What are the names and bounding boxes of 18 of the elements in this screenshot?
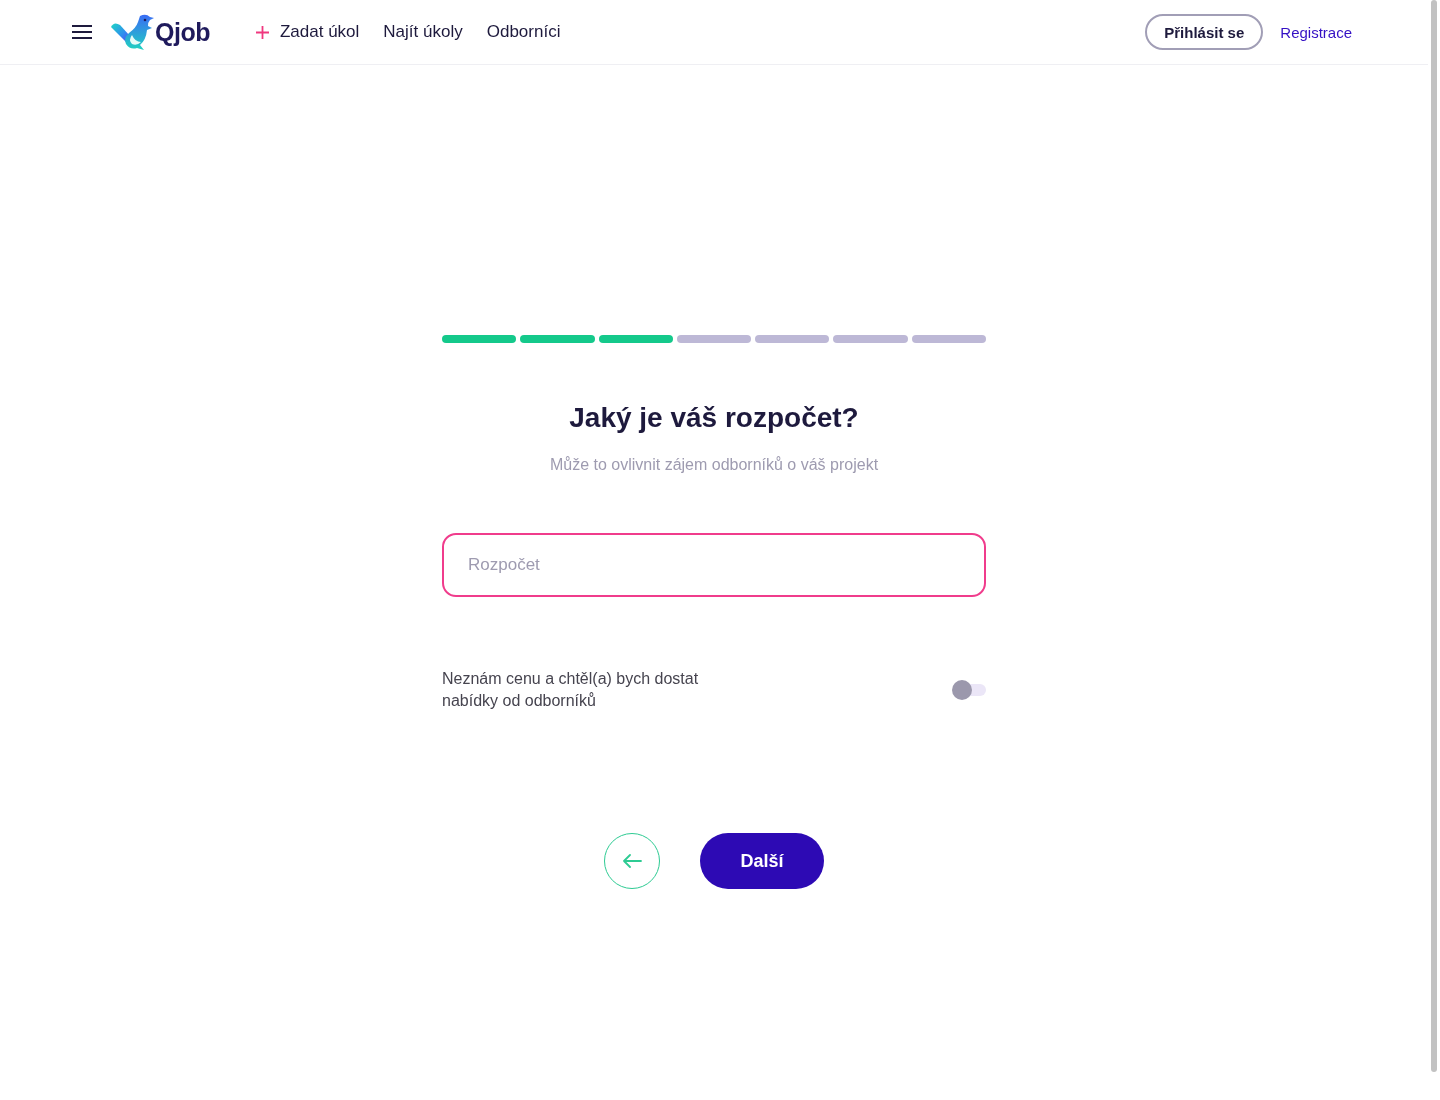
arrow-left-icon: [622, 854, 642, 868]
toggle-switch[interactable]: [952, 680, 986, 700]
bird-logo-icon[interactable]: [110, 12, 154, 52]
toggle-label: Neznám cenu a chtěl(a) bych dostat nabídky od odborníků: [442, 669, 700, 711]
question-subtitle: Může to ovlivnit zájem odborníků o váš projekt: [549, 455, 879, 475]
question-title: Jaký je váš rozpočet?: [569, 401, 859, 435]
menu-icon[interactable]: [72, 25, 92, 39]
budget-input-field[interactable]: Rozpočet: [442, 533, 986, 597]
next-button[interactable]: Další: [700, 833, 824, 889]
nav-link[interactable]: Najít úkoly: [383, 22, 463, 42]
nav-link[interactable]: Zadat úkol: [255, 22, 360, 42]
register-link[interactable]: Registrace: [1280, 23, 1352, 41]
nav-link[interactable]: Odborníci: [486, 22, 561, 42]
back-button[interactable]: [604, 833, 660, 889]
logo-text[interactable]: Qjob: [155, 17, 210, 47]
scrollbar-thumb[interactable]: [1431, 0, 1437, 1072]
login-button[interactable]: Přihlásit se: [1145, 14, 1264, 50]
plus-icon: [255, 25, 269, 39]
